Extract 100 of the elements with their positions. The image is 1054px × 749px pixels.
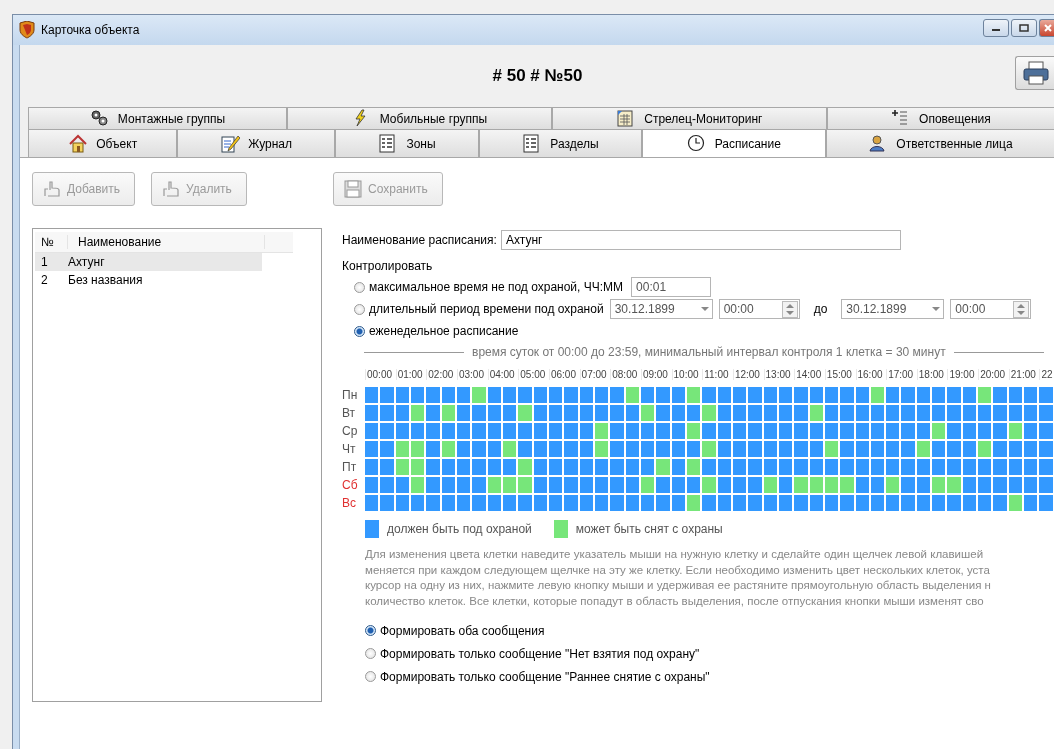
schedule-cell[interactable] <box>809 441 823 457</box>
schedule-cell[interactable] <box>456 441 471 457</box>
schedule-cell[interactable] <box>518 495 532 511</box>
schedule-cell[interactable] <box>365 495 379 511</box>
schedule-cell[interactable] <box>717 405 731 421</box>
schedule-cell[interactable] <box>978 459 992 475</box>
radio-label[interactable]: длительный период времени под охраной <box>369 302 604 316</box>
tab[interactable]: Стрелец-Мониторинг <box>551 107 827 129</box>
schedule-cell[interactable] <box>548 441 563 457</box>
time-field[interactable]: 00:00 <box>950 299 1032 319</box>
radio-button[interactable] <box>365 671 376 682</box>
schedule-cell[interactable] <box>778 477 793 493</box>
schedule-cell[interactable] <box>456 459 471 475</box>
schedule-cell[interactable] <box>886 405 900 421</box>
schedule-cell[interactable] <box>916 387 931 403</box>
schedule-cell[interactable] <box>625 405 639 421</box>
schedule-cell[interactable] <box>855 441 869 457</box>
schedule-cell[interactable] <box>794 495 808 511</box>
schedule-cell[interactable] <box>456 477 471 493</box>
time-field[interactable]: 00:00 <box>718 299 800 319</box>
schedule-cell[interactable] <box>1024 495 1038 511</box>
tab[interactable]: Разделы <box>479 129 642 157</box>
schedule-cell[interactable] <box>564 477 578 493</box>
radio-label[interactable]: Формировать только сообщение "Нет взятия под охрану" <box>380 646 700 661</box>
schedule-cell[interactable] <box>686 441 701 457</box>
schedule-cell[interactable] <box>763 495 777 511</box>
schedule-cell[interactable] <box>365 405 379 421</box>
tab[interactable]: Мобильные группы <box>287 107 552 129</box>
schedule-cell[interactable] <box>610 405 624 421</box>
schedule-cell[interactable] <box>548 477 563 493</box>
schedule-cell[interactable] <box>456 387 471 403</box>
schedule-cell[interactable] <box>916 459 931 475</box>
schedule-cell[interactable] <box>395 477 409 493</box>
radio-label[interactable]: Формировать оба сообщения <box>380 623 545 638</box>
schedule-cell[interactable] <box>671 441 685 457</box>
schedule-cell[interactable] <box>548 387 563 403</box>
schedule-cell[interactable] <box>411 459 425 475</box>
schedule-cell[interactable] <box>1039 495 1053 511</box>
schedule-cell[interactable] <box>1039 387 1053 403</box>
schedule-cell[interactable] <box>426 495 440 511</box>
schedule-cell[interactable] <box>748 405 762 421</box>
schedule-cell[interactable] <box>717 477 731 493</box>
schedule-cell[interactable] <box>594 459 609 475</box>
schedule-cell[interactable] <box>809 459 823 475</box>
minimize-button[interactable] <box>983 19 1009 37</box>
schedule-cell[interactable] <box>579 405 593 421</box>
schedule-cell[interactable] <box>702 441 716 457</box>
schedule-cell[interactable] <box>702 387 716 403</box>
schedule-cell[interactable] <box>594 441 609 457</box>
schedule-cell[interactable] <box>717 423 731 439</box>
schedule-cell[interactable] <box>686 477 701 493</box>
schedule-cell[interactable] <box>993 459 1007 475</box>
schedule-cell[interactable] <box>732 477 747 493</box>
schedule-cell[interactable] <box>993 477 1007 493</box>
schedule-cell[interactable] <box>717 387 731 403</box>
schedule-cell[interactable] <box>978 405 992 421</box>
schedule-cell[interactable] <box>1039 441 1053 457</box>
schedule-cell[interactable] <box>732 387 747 403</box>
schedule-cell[interactable] <box>794 387 808 403</box>
schedule-cell[interactable] <box>794 441 808 457</box>
schedule-cell[interactable] <box>686 405 701 421</box>
schedule-cell[interactable] <box>426 423 440 439</box>
schedule-cell[interactable] <box>1039 459 1053 475</box>
schedule-cell[interactable] <box>564 459 578 475</box>
schedule-cell[interactable] <box>472 441 486 457</box>
column-header[interactable]: Наименование <box>68 235 265 249</box>
schedule-cell[interactable] <box>502 495 517 511</box>
schedule-cell[interactable] <box>365 441 379 457</box>
schedule-cell[interactable] <box>426 387 440 403</box>
schedule-cell[interactable] <box>794 459 808 475</box>
schedule-cell[interactable] <box>441 441 455 457</box>
schedule-cell[interactable] <box>518 423 532 439</box>
schedule-cell[interactable] <box>640 477 655 493</box>
schedule-cell[interactable] <box>824 423 839 439</box>
schedule-cell[interactable] <box>365 423 379 439</box>
schedule-cell[interactable] <box>809 405 823 421</box>
schedule-cell[interactable] <box>870 441 885 457</box>
schedule-cell[interactable] <box>518 441 532 457</box>
schedule-cell[interactable] <box>426 477 440 493</box>
schedule-cell[interactable] <box>993 387 1007 403</box>
schedule-cell[interactable] <box>441 495 455 511</box>
schedule-cell[interactable] <box>993 423 1007 439</box>
schedule-cell[interactable] <box>732 405 747 421</box>
schedule-cell[interactable] <box>1024 459 1038 475</box>
list-row[interactable]: 2 Без названия <box>35 271 262 289</box>
list-row[interactable]: 1 Ахтунг <box>35 253 262 271</box>
schedule-cell[interactable] <box>502 459 517 475</box>
schedule-cell[interactable] <box>778 459 793 475</box>
schedule-cell[interactable] <box>901 405 915 421</box>
schedule-cell[interactable] <box>824 405 839 421</box>
radio-label[interactable]: Формировать только сообщение "Раннее снятие с охраны" <box>380 669 710 684</box>
schedule-cell[interactable] <box>411 405 425 421</box>
schedule-cell[interactable] <box>763 387 777 403</box>
date-field[interactable]: 30.12.1899 <box>841 299 945 319</box>
schedule-cell[interactable] <box>640 405 655 421</box>
schedule-cell[interactable] <box>840 423 854 439</box>
schedule-cell[interactable] <box>1008 477 1023 493</box>
schedule-cell[interactable] <box>380 387 394 403</box>
schedule-cell[interactable] <box>472 405 486 421</box>
schedule-cell[interactable] <box>1008 495 1023 511</box>
